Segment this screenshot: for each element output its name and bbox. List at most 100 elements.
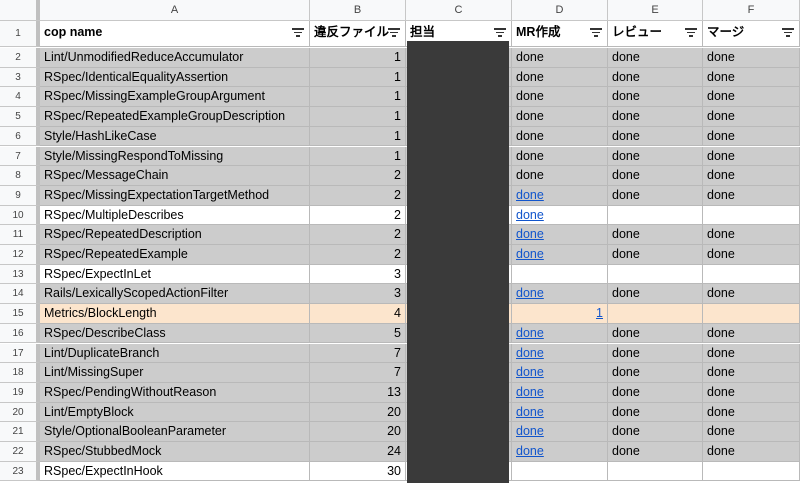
- files-count-cell[interactable]: 2: [310, 166, 406, 186]
- column-header-d[interactable]: D: [512, 0, 608, 20]
- review-cell[interactable]: done: [608, 422, 703, 442]
- mr-cell[interactable]: done: [512, 382, 608, 403]
- column-header-f[interactable]: F: [703, 0, 800, 20]
- mr-cell[interactable]: done: [512, 402, 608, 423]
- mr-link[interactable]: done: [516, 247, 544, 261]
- mr-cell[interactable]: done: [512, 343, 608, 364]
- merge-cell[interactable]: done: [703, 323, 800, 344]
- mr-cell[interactable]: done: [512, 225, 608, 245]
- cop-name-cell[interactable]: Lint/MissingSuper: [40, 363, 310, 383]
- mr-cell[interactable]: done: [512, 87, 608, 108]
- filter-icon[interactable]: [685, 28, 697, 37]
- header-files[interactable]: 違反ファイル: [310, 21, 406, 47]
- merge-cell[interactable]: [703, 304, 800, 324]
- header-review[interactable]: レビュー: [608, 21, 703, 47]
- mr-cell[interactable]: done: [512, 284, 608, 305]
- cop-name-cell[interactable]: RSpec/ExpectInLet: [40, 264, 310, 285]
- cop-name-cell[interactable]: Style/MissingRespondToMissing: [40, 146, 310, 167]
- cop-name-cell[interactable]: RSpec/MultipleDescribes: [40, 205, 310, 226]
- row-number[interactable]: 8: [0, 166, 40, 186]
- review-cell[interactable]: done: [608, 87, 703, 108]
- merge-cell[interactable]: done: [703, 363, 800, 383]
- files-count-cell[interactable]: 13: [310, 382, 406, 403]
- review-cell[interactable]: done: [608, 67, 703, 88]
- row-number[interactable]: 14: [0, 284, 40, 305]
- files-count-cell[interactable]: 1: [310, 146, 406, 167]
- column-header-c[interactable]: C: [406, 0, 512, 20]
- files-count-cell[interactable]: 1: [310, 107, 406, 127]
- files-count-cell[interactable]: 5: [310, 323, 406, 344]
- review-cell[interactable]: done: [608, 284, 703, 305]
- files-count-cell[interactable]: 1: [310, 67, 406, 88]
- header-merge[interactable]: マージ: [703, 21, 800, 47]
- mr-link[interactable]: done: [516, 424, 544, 438]
- row-number[interactable]: 15: [0, 304, 40, 324]
- merge-cell[interactable]: done: [703, 146, 800, 167]
- merge-cell[interactable]: done: [703, 67, 800, 88]
- review-cell[interactable]: done: [608, 107, 703, 127]
- cop-name-cell[interactable]: Lint/UnmodifiedReduceAccumulator: [40, 48, 310, 68]
- mr-link[interactable]: done: [516, 227, 544, 241]
- mr-link[interactable]: done: [516, 405, 544, 419]
- cop-name-cell[interactable]: RSpec/RepeatedExample: [40, 245, 310, 265]
- row-number[interactable]: 6: [0, 126, 40, 147]
- cop-name-cell[interactable]: Style/HashLikeCase: [40, 126, 310, 147]
- mr-cell[interactable]: done: [512, 67, 608, 88]
- files-count-cell[interactable]: 20: [310, 402, 406, 423]
- files-count-cell[interactable]: 1: [310, 87, 406, 108]
- row-number[interactable]: 22: [0, 442, 40, 462]
- cop-name-cell[interactable]: RSpec/StubbedMock: [40, 442, 310, 462]
- row-number[interactable]: 9: [0, 185, 40, 206]
- review-cell[interactable]: done: [608, 382, 703, 403]
- mr-cell[interactable]: done: [512, 363, 608, 383]
- cop-name-cell[interactable]: Style/OptionalBooleanParameter: [40, 422, 310, 442]
- merge-cell[interactable]: done: [703, 402, 800, 423]
- merge-cell[interactable]: [703, 205, 800, 226]
- row-number[interactable]: 4: [0, 87, 40, 108]
- files-count-cell[interactable]: 1: [310, 126, 406, 147]
- mr-cell[interactable]: done: [512, 107, 608, 127]
- mr-cell[interactable]: done: [512, 146, 608, 167]
- mr-link[interactable]: done: [516, 188, 544, 202]
- mr-link[interactable]: done: [516, 208, 544, 222]
- mr-cell[interactable]: [512, 461, 608, 482]
- row-number[interactable]: 21: [0, 422, 40, 442]
- filter-icon[interactable]: [388, 28, 400, 37]
- cop-name-cell[interactable]: RSpec/IdenticalEqualityAssertion: [40, 67, 310, 88]
- merge-cell[interactable]: [703, 461, 800, 482]
- files-count-cell[interactable]: 3: [310, 284, 406, 305]
- merge-cell[interactable]: done: [703, 185, 800, 206]
- mr-cell[interactable]: done: [512, 126, 608, 147]
- mr-cell[interactable]: done: [512, 205, 608, 226]
- row-number[interactable]: 17: [0, 343, 40, 364]
- files-count-cell[interactable]: 3: [310, 264, 406, 285]
- mr-link[interactable]: 1: [596, 306, 603, 320]
- merge-cell[interactable]: done: [703, 126, 800, 147]
- mr-cell[interactable]: done: [512, 442, 608, 462]
- cop-name-cell[interactable]: Metrics/BlockLength: [40, 304, 310, 324]
- row-number[interactable]: 23: [0, 461, 40, 482]
- column-header-a[interactable]: A: [40, 0, 310, 20]
- merge-cell[interactable]: done: [703, 422, 800, 442]
- files-count-cell[interactable]: 2: [310, 185, 406, 206]
- files-count-cell[interactable]: 2: [310, 245, 406, 265]
- review-cell[interactable]: done: [608, 245, 703, 265]
- row-number[interactable]: 18: [0, 363, 40, 383]
- header-mr[interactable]: MR作成: [512, 21, 608, 47]
- row-number[interactable]: 19: [0, 382, 40, 403]
- merge-cell[interactable]: [703, 264, 800, 285]
- mr-link[interactable]: done: [516, 286, 544, 300]
- mr-cell[interactable]: done: [512, 245, 608, 265]
- cop-name-cell[interactable]: RSpec/MessageChain: [40, 166, 310, 186]
- merge-cell[interactable]: done: [703, 48, 800, 68]
- row-number[interactable]: 10: [0, 205, 40, 226]
- cop-name-cell[interactable]: RSpec/RepeatedExampleGroupDescription: [40, 107, 310, 127]
- filter-icon[interactable]: [494, 28, 506, 37]
- files-count-cell[interactable]: 4: [310, 304, 406, 324]
- row-number[interactable]: 13: [0, 264, 40, 285]
- row-number[interactable]: 11: [0, 225, 40, 245]
- cop-name-cell[interactable]: RSpec/PendingWithoutReason: [40, 382, 310, 403]
- merge-cell[interactable]: done: [703, 382, 800, 403]
- mr-link[interactable]: done: [516, 326, 544, 340]
- review-cell[interactable]: done: [608, 185, 703, 206]
